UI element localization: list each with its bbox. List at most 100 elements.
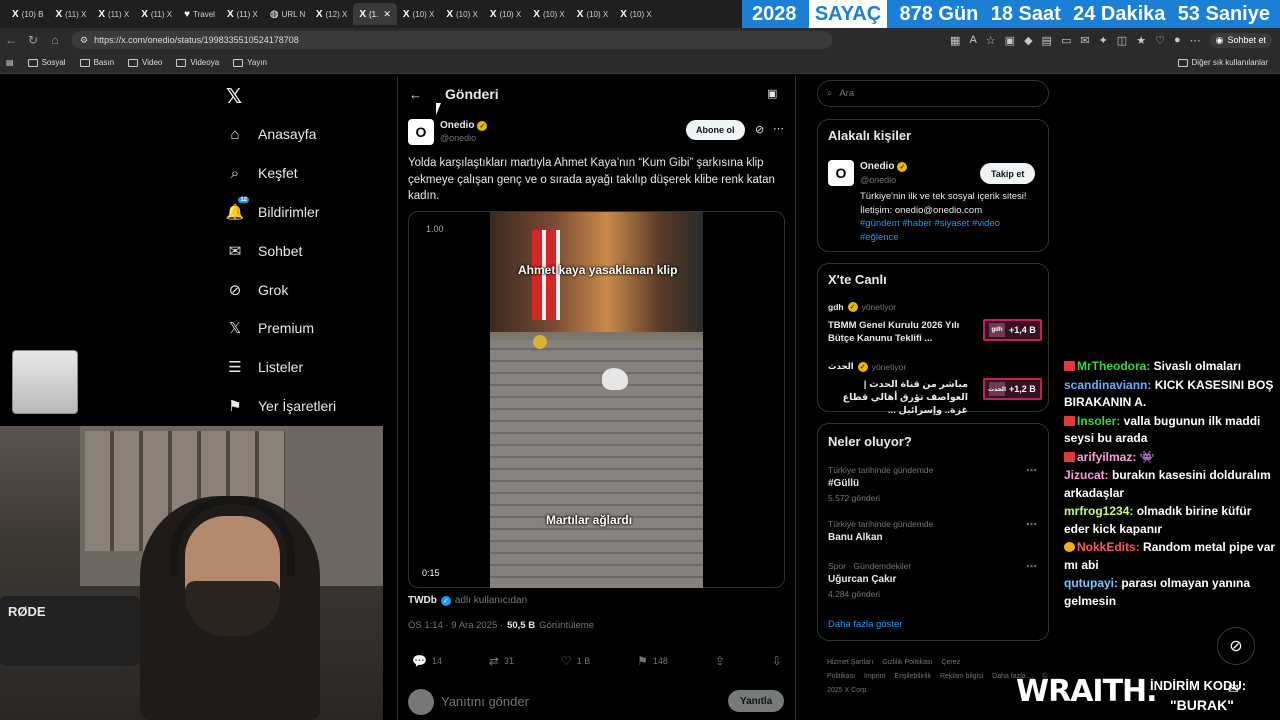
browser-tab[interactable]: X (10) X xyxy=(614,3,657,25)
browser-tab[interactable]: X (10) B xyxy=(6,3,49,25)
author-name[interactable]: Onedio ✓ xyxy=(440,120,488,131)
extension-icon[interactable]: ▣ xyxy=(1005,34,1015,47)
messages-icon[interactable]: ✉ xyxy=(1228,681,1239,697)
browser-tab[interactable]: X (11) X xyxy=(49,3,92,25)
subscribe-button[interactable]: Abone ol xyxy=(686,120,745,140)
read-aloud-icon[interactable]: A xyxy=(969,34,976,46)
grok-icon[interactable]: ⊘ xyxy=(755,123,764,136)
follow-button[interactable]: Takip et xyxy=(980,163,1036,184)
nav-item-keşfet[interactable]: ⌕ Keşfet xyxy=(226,164,298,182)
live-listeners-badge[interactable]: الحدث +1,2 B xyxy=(983,378,1042,400)
url-field[interactable]: ⚙ https://x.com/onedio/status/1998335510… xyxy=(72,31,832,49)
nav-item-grok[interactable]: ⊘ Grok xyxy=(226,281,289,299)
back-arrow-icon[interactable]: ← xyxy=(0,33,22,47)
site-info-icon[interactable]: ⚙ xyxy=(80,35,88,46)
extension-icon[interactable]: ▭ xyxy=(1061,34,1071,47)
browser-tab[interactable]: ♥ Travel xyxy=(178,3,221,25)
profile-avatar[interactable]: ● xyxy=(1174,34,1181,46)
browser-tab[interactable]: X (10) X xyxy=(527,3,570,25)
footer-link[interactable]: Gizlilik Politikası xyxy=(882,659,932,666)
nav-item-yer-i̇şaretleri[interactable]: ⚑ Yer İşaretleri xyxy=(226,397,336,415)
grok-floating-button[interactable]: ⊘ xyxy=(1217,627,1255,665)
folder-icon xyxy=(233,58,244,67)
person-handle[interactable]: @onedio xyxy=(860,175,896,185)
user-avatar[interactable] xyxy=(408,689,434,715)
trend-name[interactable]: Uğurcan Çakır xyxy=(828,574,896,585)
share-button[interactable]: ⇪ xyxy=(715,654,725,668)
home-icon[interactable]: ⌂ xyxy=(44,33,66,47)
browser-tab[interactable]: X (11) X xyxy=(221,3,264,25)
more-options-icon[interactable]: ⋯ xyxy=(1026,464,1037,477)
favorite-star-icon[interactable]: ☆ xyxy=(986,34,996,47)
more-icon[interactable]: ⋯ xyxy=(1190,34,1201,47)
more-options-icon[interactable]: ⋯ xyxy=(773,122,784,135)
browser-tab[interactable]: X (11) X xyxy=(92,3,135,25)
reply-submit-button[interactable]: Yanıtla xyxy=(728,690,785,712)
bookmark-folder[interactable]: Basın xyxy=(79,58,114,67)
browser-tab[interactable]: X (10) X xyxy=(484,3,527,25)
source-user-link[interactable]: TWDb xyxy=(408,595,437,606)
like-button[interactable]: ♡ 1 B xyxy=(561,654,590,668)
other-bookmarks[interactable]: Diğer sık kullanılanlar xyxy=(1177,58,1280,67)
bookmark-folder[interactable]: Videoya xyxy=(176,58,219,67)
bookmark-button[interactable]: ⚑ 148 xyxy=(637,654,668,668)
reload-icon[interactable]: ↻ xyxy=(22,33,44,47)
footer-link[interactable]: Reklam bilgisi xyxy=(940,673,983,680)
person-name[interactable]: Onedio ✓ xyxy=(860,161,908,172)
more-options-icon[interactable]: ⋯ xyxy=(1026,560,1037,573)
browser-tab[interactable]: X (10) X xyxy=(440,3,483,25)
back-arrow-icon[interactable]: ← xyxy=(409,87,422,102)
person-hashtags[interactable]: #gündem #haber #siyaset #video #eğlence xyxy=(860,217,1040,244)
repost-button[interactable]: ⇄ 31 xyxy=(489,654,514,668)
nav-item-anasayfa[interactable]: ⌂ Anasayfa xyxy=(226,125,316,143)
extension-icon[interactable]: ◆ xyxy=(1024,34,1032,47)
live-title[interactable]: TBMM Genel Kurulu 2026 Yılı Bütçe Kanunu… xyxy=(828,319,968,345)
footer-link[interactable]: Erişilebilirlik xyxy=(894,673,931,680)
more-options-icon[interactable]: ⋯ xyxy=(1026,518,1037,531)
footer-link[interactable]: Hizmet Şartları xyxy=(827,659,873,666)
live-host[interactable]: الحدث ✓ yönetiyor xyxy=(828,361,906,372)
bookmark-folder[interactable]: Sosyal xyxy=(27,58,66,67)
author-handle[interactable]: @onedio xyxy=(440,133,476,143)
sponsor-logo: WRAITH. xyxy=(1016,674,1158,709)
author-avatar[interactable]: O xyxy=(408,119,434,145)
extensions-puzzle-icon[interactable]: ✦ xyxy=(1099,34,1108,47)
nav-item-sohbet[interactable]: ✉ Sohbet xyxy=(226,242,303,260)
search-input[interactable]: ⌕ Ara xyxy=(817,80,1049,107)
person-avatar[interactable]: O xyxy=(828,160,854,186)
tab-grid-icon[interactable]: ▦ xyxy=(950,34,960,47)
nav-item-bildirimler[interactable]: 🔔 12 Bildirimler xyxy=(226,197,319,221)
verified-badge-icon: ✓ xyxy=(847,302,858,312)
collections-icon[interactable]: ♡ xyxy=(1155,34,1165,47)
split-screen-icon[interactable]: ◫ xyxy=(1117,34,1127,47)
extension-icon[interactable]: ✉ xyxy=(1080,34,1089,47)
nav-item-listeler[interactable]: ☰ Listeler xyxy=(226,358,303,376)
browser-tab[interactable]: X (10) X xyxy=(571,3,614,25)
x-logo-icon[interactable]: 𝕏 xyxy=(226,84,242,109)
browser-tab[interactable]: X (12) X xyxy=(310,3,353,25)
show-more-link[interactable]: Daha fazla göster xyxy=(828,619,902,630)
bookmarks-list-icon[interactable]: ▤ xyxy=(6,58,14,67)
post-timestamp[interactable]: ÖS 1:14 · 9 Ara 2025 · xyxy=(408,620,503,631)
footer-link[interactable]: Imprint xyxy=(864,673,885,680)
reply-button[interactable]: 💬 14 xyxy=(412,654,442,668)
copilot-chat-button[interactable]: ◉ Sohbet et xyxy=(1209,32,1272,48)
live-host[interactable]: gdh ✓ yönetiyor xyxy=(828,302,896,312)
close-icon[interactable]: ✕ xyxy=(383,9,391,20)
live-listeners-badge[interactable]: gdh +1,4 B xyxy=(983,319,1042,341)
reply-input[interactable]: Yanıtını gönder xyxy=(441,694,529,709)
reader-mode-icon[interactable]: ▣ xyxy=(767,87,777,100)
bookmark-folder[interactable]: Video xyxy=(128,58,162,67)
download-button[interactable]: ⇩ xyxy=(772,654,782,668)
browser-tab[interactable]: X (10) X xyxy=(397,3,440,25)
live-title[interactable]: مباشر من قناة الحدث | العواصف تؤرق أهالي… xyxy=(828,378,968,417)
nav-item-premium[interactable]: 𝕏 Premium xyxy=(226,319,314,337)
browser-tab[interactable]: X (1. ✕ xyxy=(353,3,397,25)
favorites-icon[interactable]: ★ xyxy=(1136,34,1146,47)
browser-tab[interactable]: X (11) X xyxy=(135,3,178,25)
trend-name[interactable]: #Güllü xyxy=(828,478,859,489)
browser-tab[interactable]: ◍ URL N xyxy=(264,3,310,25)
extension-icon[interactable]: ▤ xyxy=(1042,34,1052,47)
trend-name[interactable]: Banu Alkan xyxy=(828,532,883,543)
bookmark-folder[interactable]: Yayın xyxy=(233,58,267,67)
